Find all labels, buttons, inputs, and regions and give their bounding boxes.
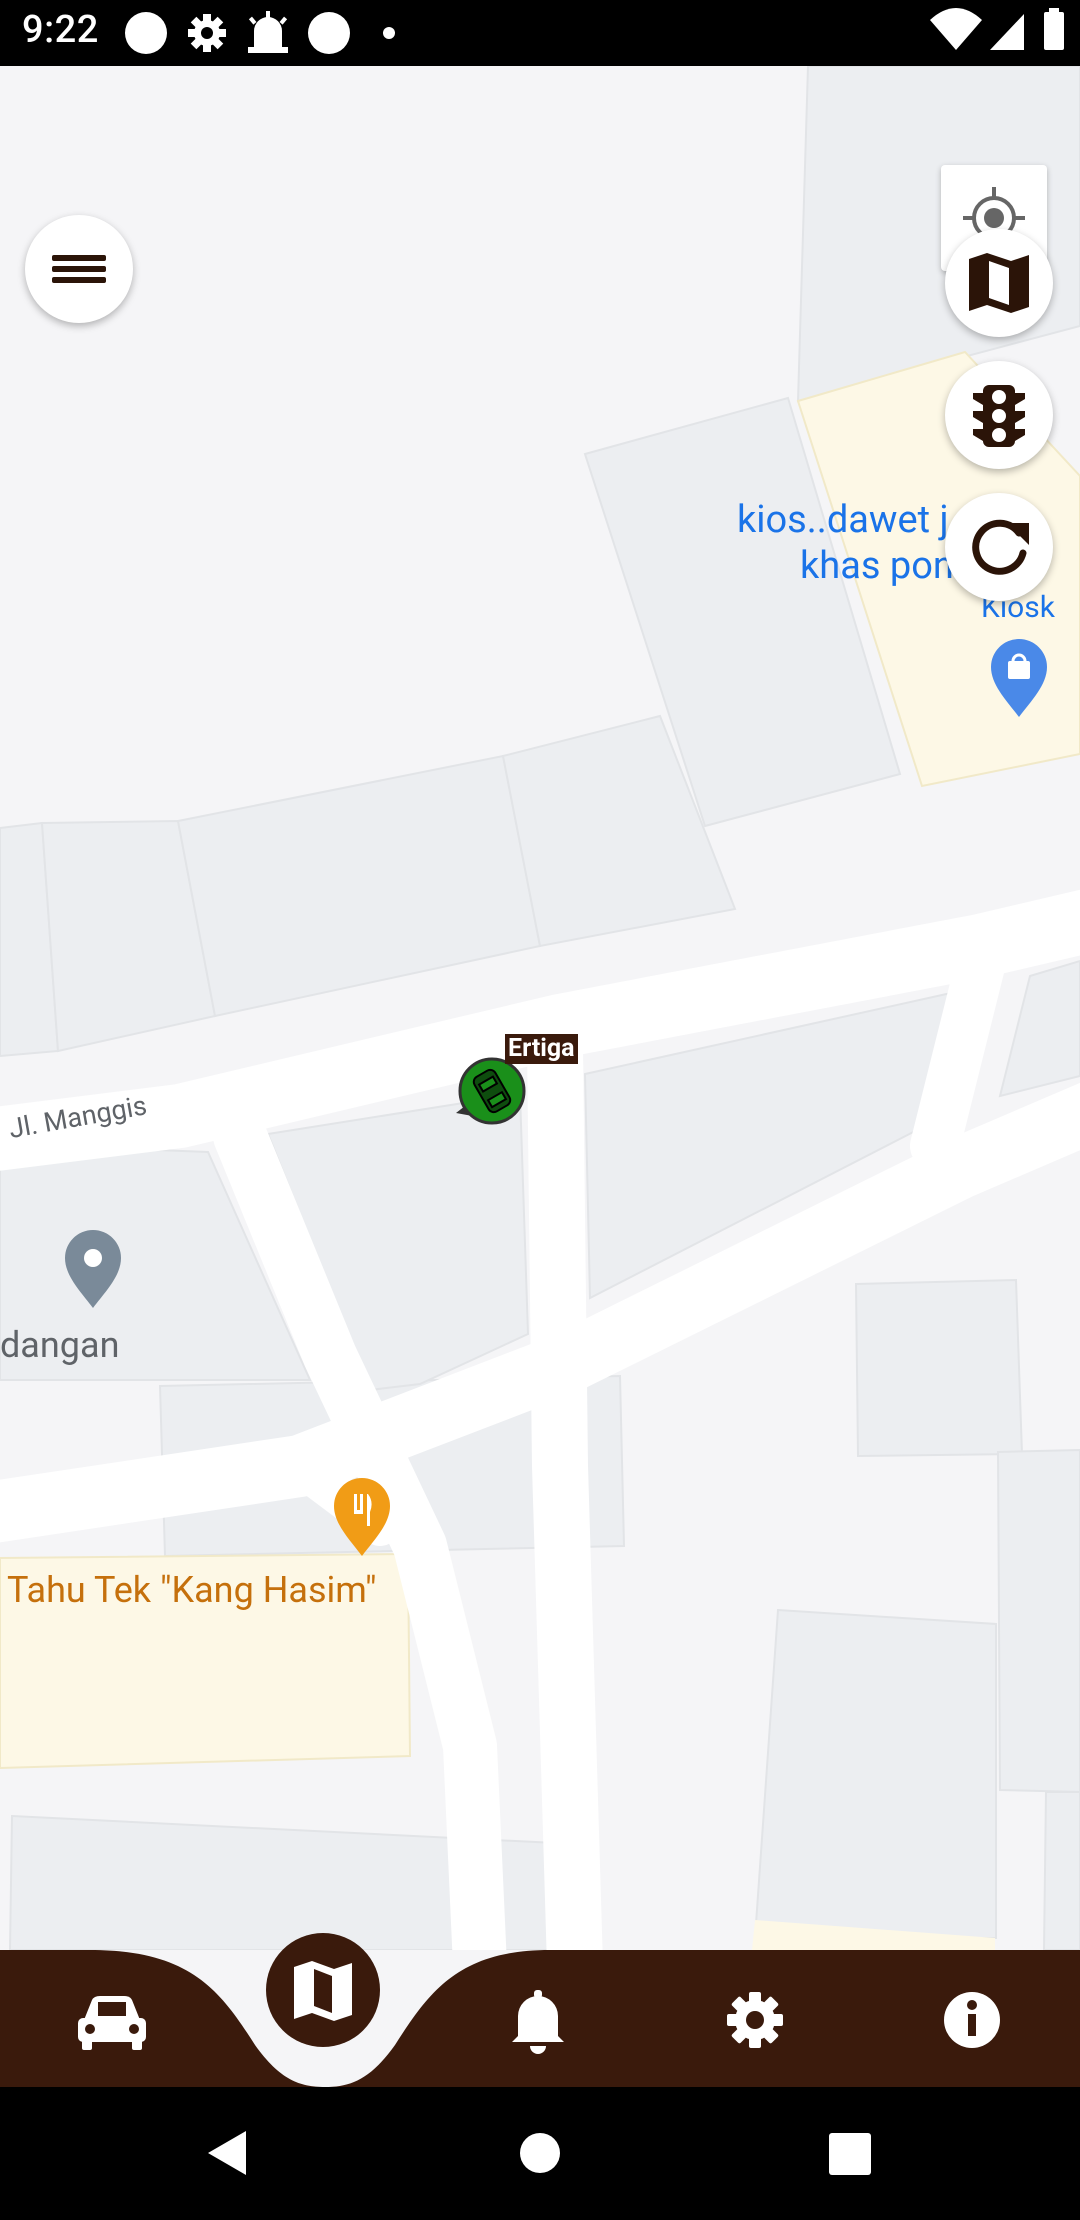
restaurant-label[interactable]: Tahu Tek "Kang Hasim": [7, 1569, 377, 1611]
notification-icons: [125, 11, 395, 54]
traffic-button[interactable]: [945, 361, 1053, 469]
recents-button[interactable]: [810, 2087, 890, 2220]
wifi-icon: [930, 8, 982, 50]
circle-notification-icon: [125, 12, 167, 54]
system-navigation-bar: [0, 2087, 1080, 2220]
gear-icon: [727, 1992, 783, 2048]
back-icon: [208, 2131, 246, 2175]
battery-icon: [1044, 8, 1064, 50]
status-bar: 9:22: [0, 0, 1080, 66]
home-icon: [520, 2133, 560, 2173]
dot-icon: [383, 27, 395, 39]
refresh-button[interactable]: [945, 493, 1053, 601]
traffic-light-icon: [973, 385, 1025, 447]
info-icon: [944, 1992, 1000, 2048]
back-button[interactable]: [190, 2087, 270, 2220]
bell-icon: [512, 1990, 564, 2054]
system-status-icons: [930, 8, 1064, 50]
nav-item-vehicles[interactable]: [48, 1950, 168, 2087]
map-icon: [294, 1961, 352, 2021]
car-icon: [78, 1996, 146, 2050]
kiosk-title-line1[interactable]: kios..dawet j: [737, 498, 949, 542]
place-label-partial[interactable]: dangan: [0, 1324, 119, 1366]
map-type-button[interactable]: [945, 229, 1053, 337]
recents-icon: [829, 2133, 871, 2175]
map-view[interactable]: Jl. Manggis Ertiga kios..dawet j khas po…: [0, 66, 1080, 1950]
refresh-icon: [972, 519, 1029, 575]
settings-notification-icon: [188, 14, 226, 52]
nav-item-notifications[interactable]: [478, 1950, 598, 2087]
alarm-notification-icon: [248, 11, 288, 53]
menu-button[interactable]: [25, 215, 133, 323]
status-time: 9:22: [22, 8, 99, 52]
nav-item-settings[interactable]: [695, 1950, 815, 2087]
map-canvas[interactable]: [0, 66, 1080, 1950]
nav-item-map[interactable]: [266, 1933, 380, 2047]
home-button[interactable]: [500, 2087, 580, 2220]
kiosk-title-line2[interactable]: khas pon: [800, 544, 954, 588]
hamburger-menu-icon: [52, 255, 106, 283]
nav-item-info[interactable]: [912, 1950, 1032, 2087]
bottom-navigation-bar: [0, 1950, 1080, 2087]
map-icon: [969, 253, 1029, 313]
cell-signal-icon: [990, 14, 1024, 50]
circle-notification-icon: [308, 12, 350, 54]
vehicle-label: Ertiga: [505, 1034, 578, 1064]
